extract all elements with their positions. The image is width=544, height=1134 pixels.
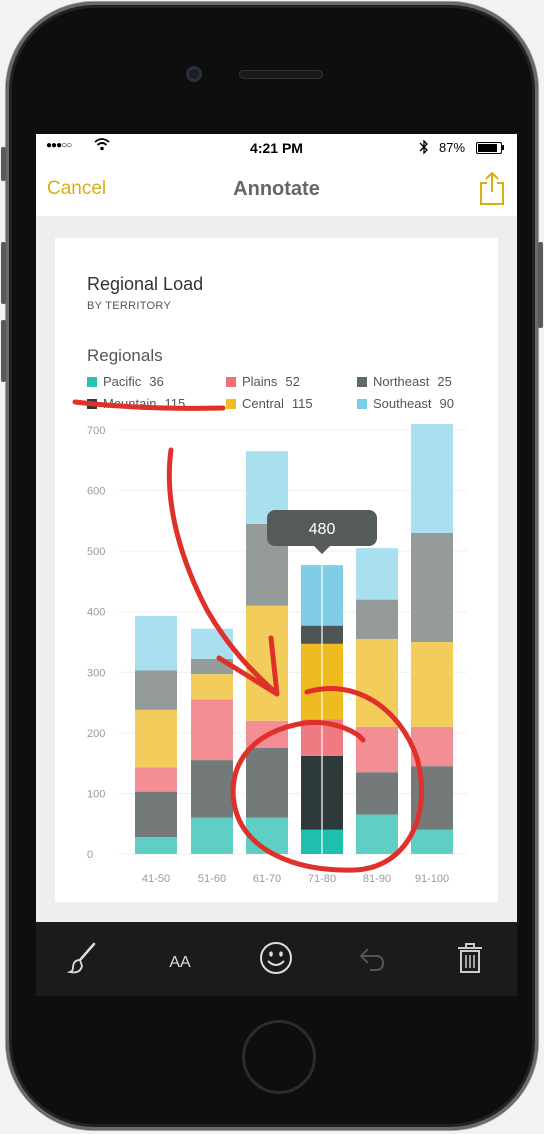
y-tick-label: 600	[87, 486, 105, 498]
smiley-icon[interactable]	[256, 938, 296, 978]
mute-switch	[1, 147, 6, 181]
x-tick-label: 41-50	[142, 873, 170, 885]
bar-segment	[135, 615, 177, 671]
brush-icon[interactable]	[64, 938, 104, 978]
bar-segment	[411, 532, 453, 642]
status-bar: ●●●○○ 4:21 PM 87%	[36, 134, 517, 162]
bar-segment	[135, 791, 177, 838]
tooltip-pointer	[314, 546, 330, 554]
bar-segment	[135, 709, 177, 768]
report-card: Regional Load BY TERRITORY Regionals Pac…	[55, 238, 498, 902]
annotation-underline	[72, 399, 226, 411]
battery-percent: 87%	[439, 140, 466, 155]
x-tick-label: 81-90	[363, 873, 391, 885]
trash-icon[interactable]	[450, 938, 490, 978]
bar-segment	[356, 814, 398, 854]
bar-segment	[135, 837, 177, 854]
page-title: Annotate	[233, 178, 320, 200]
bar-segment	[246, 748, 288, 818]
x-tick-label: 51-60	[198, 873, 226, 885]
bar-segment	[356, 599, 398, 639]
volume-up-button	[1, 242, 6, 304]
earpiece-speaker	[239, 70, 323, 79]
y-tick-label: 700	[87, 425, 105, 437]
tooltip-label: 480	[309, 521, 336, 538]
nav-bar: Cancel Annotate	[36, 162, 517, 216]
power-button	[538, 242, 543, 328]
bar-segment	[191, 699, 233, 761]
bar-segment	[246, 605, 288, 721]
x-tick-label: 71-80	[308, 873, 336, 885]
y-tick-label: 0	[87, 849, 93, 861]
x-tick-label: 91-100	[415, 873, 449, 885]
y-tick-label: 400	[87, 607, 105, 619]
text-size-label: AA	[169, 954, 191, 971]
front-camera	[186, 66, 202, 82]
bluetooth-icon	[419, 139, 428, 155]
battery-tip	[502, 145, 504, 150]
screen: ●●●○○ 4:21 PM 87% Cancel Annotate Region…	[36, 134, 517, 996]
bar-segment	[356, 726, 398, 773]
bar-segment	[356, 772, 398, 815]
bar-segment	[191, 674, 233, 700]
undo-icon[interactable]	[352, 938, 392, 978]
y-tick-label: 200	[87, 728, 105, 740]
share-icon[interactable]	[478, 170, 506, 206]
volume-down-button	[1, 320, 6, 382]
home-button[interactable]	[242, 1020, 316, 1094]
annotation-toolbar: AA	[36, 922, 517, 996]
bar-segment	[135, 767, 177, 792]
bar-segment	[411, 423, 453, 533]
bar-segment	[411, 829, 453, 854]
bar-segment	[356, 548, 398, 600]
bar-segment	[135, 670, 177, 710]
y-tick-label: 500	[87, 546, 105, 558]
y-tick-label: 300	[87, 667, 105, 679]
bar-segment	[411, 642, 453, 727]
text-size-icon[interactable]: AA	[160, 938, 200, 978]
x-tick-label: 61-70	[253, 873, 281, 885]
battery-icon	[476, 142, 502, 154]
bar-segment	[191, 817, 233, 854]
bar-segment	[191, 760, 233, 818]
y-tick-label: 100	[87, 788, 105, 800]
stacked-bar-chart: 0 100 200 300 400 500 600 700 41-50 51-60 61-70 71-…	[72, 399, 467, 885]
annotation-canvas[interactable]: Regional Load BY TERRITORY Regionals Pac…	[36, 216, 517, 922]
